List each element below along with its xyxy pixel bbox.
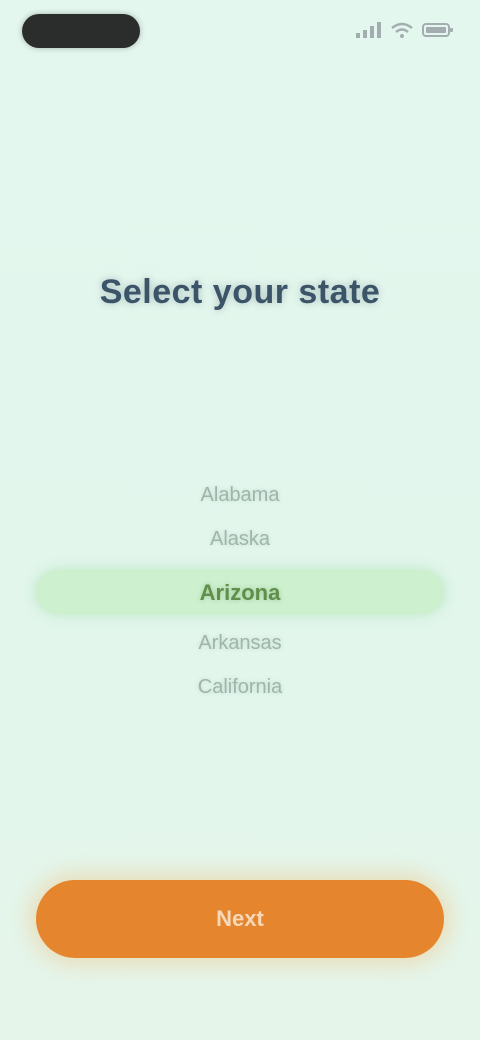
status-bar: [0, 0, 480, 64]
onboarding-screen: Select your state Alabama Alaska Arizona…: [0, 0, 480, 1040]
picker-item[interactable]: Alaska: [30, 528, 450, 551]
picker-item[interactable]: California: [30, 676, 450, 699]
page-title: Select your state: [99, 272, 381, 311]
next-button[interactable]: Next: [36, 880, 444, 958]
picker-item[interactable]: Alabama: [30, 484, 450, 507]
picker-item[interactable]: Arkansas: [30, 632, 450, 655]
status-pill: [22, 14, 140, 48]
signal-icon: [356, 22, 381, 38]
state-picker[interactable]: Alabama Alaska Arizona Arkansas Californ…: [30, 470, 450, 710]
picker-item-selected[interactable]: Arizona: [30, 580, 450, 606]
status-icons: [356, 22, 454, 38]
wifi-icon: [391, 22, 413, 38]
battery-icon: [422, 23, 453, 37]
